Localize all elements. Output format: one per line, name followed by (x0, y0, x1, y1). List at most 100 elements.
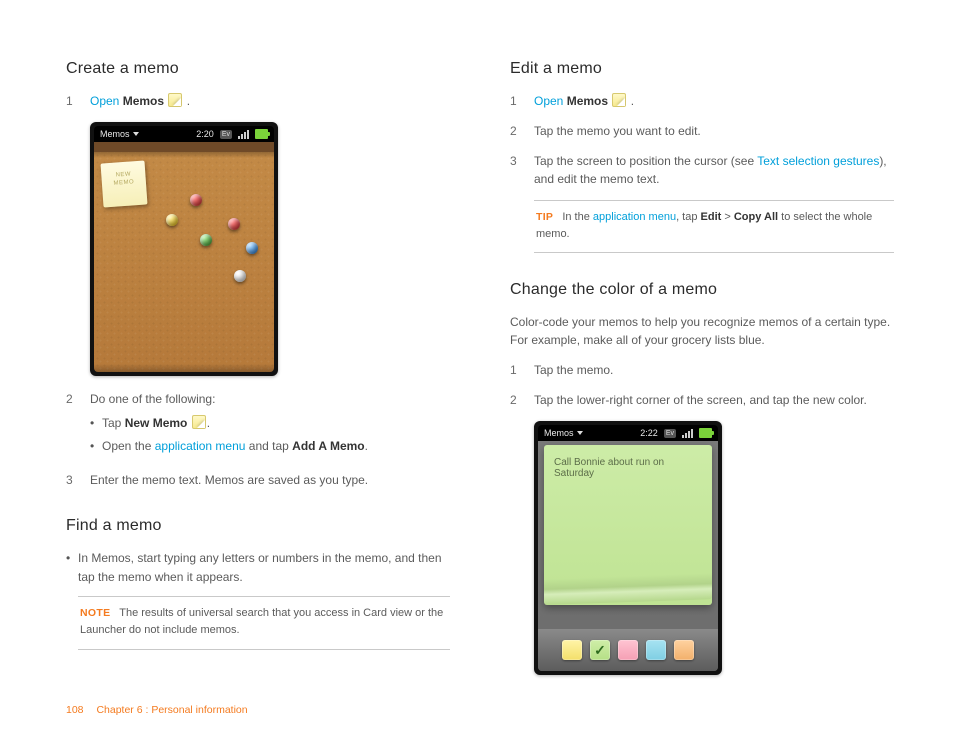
pushpin-icon (246, 242, 258, 254)
step-body: Enter the memo text. Memos are saved as … (90, 471, 450, 489)
memo-note: Call Bonnie about run on Saturday (544, 445, 712, 605)
status-time: 2:22 (640, 428, 658, 438)
step-body: Tap the memo. (534, 361, 894, 379)
step2-options: Tap New Memo . Open the application menu… (90, 414, 450, 455)
memos-app-name: Memos (567, 94, 608, 108)
punct: . (365, 439, 368, 453)
step-number: 2 (66, 390, 76, 459)
color-swatch-pink[interactable] (618, 640, 638, 660)
note-text: The results of universal search that you… (80, 607, 443, 636)
color-swatch-orange[interactable] (674, 640, 694, 660)
color-step-1: 1 Tap the memo. (510, 361, 894, 379)
text: Open the (102, 439, 155, 453)
manual-page: Create a memo 1 Open Memos . (0, 0, 954, 738)
new-memo-sticky: NEW MEMO (101, 161, 148, 208)
step-number: 2 (510, 391, 520, 409)
battery-icon (255, 129, 268, 139)
edit-step-2: 2 Tap the memo you want to edit. (510, 122, 894, 140)
signal-icon (682, 429, 693, 438)
color-intro: Color-code your memos to help you recogn… (510, 313, 894, 349)
section-edit-memo: Edit a memo 1 Open Memos . 2 Tap the (510, 60, 894, 253)
section-change-color: Change the color of a memo Color-code yo… (510, 281, 894, 675)
memo-text: Call Bonnie about run on Saturday (554, 457, 664, 479)
step-number: 1 (66, 92, 76, 110)
step-body: Open Memos . (90, 92, 450, 110)
pushpin-icon (166, 214, 178, 226)
text-selection-gestures-link[interactable]: Text selection gestures (757, 154, 879, 168)
application-menu-link[interactable]: application menu (593, 211, 676, 223)
left-column: Create a memo 1 Open Memos . (66, 60, 450, 698)
step-body: Tap the screen to position the cursor (s… (534, 152, 894, 188)
step-number: 2 (510, 122, 520, 140)
chapter-label: Chapter 6 : Personal information (96, 704, 247, 716)
memo-page-curl (544, 573, 712, 605)
memos-app-icon (168, 93, 182, 107)
page-number: 108 (66, 704, 84, 716)
step-body: Tap the memo you want to edit. (534, 122, 894, 140)
chevron-down-icon (133, 132, 139, 136)
battery-icon (699, 428, 712, 438)
punct: . (207, 416, 210, 430)
add-a-memo-label: Add A Memo (292, 439, 364, 453)
page-footer: 108 Chapter 6 : Personal information (66, 704, 248, 716)
heading-change-color: Change the color of a memo (510, 281, 894, 299)
status-network-badge: Ev (664, 429, 676, 438)
sticky-line2: MEMO (102, 178, 146, 189)
heading-find-memo: Find a memo (66, 517, 450, 535)
memo-editor: Call Bonnie about run on Saturday (538, 441, 718, 671)
text: , tap (676, 211, 700, 223)
screenshot-memos-corkboard: Memos 2:20 Ev NEW MEMO (90, 122, 278, 376)
color-tray (538, 629, 718, 671)
step2-intro: Do one of the following: (90, 392, 215, 406)
create-step-2: 2 Do one of the following: Tap New Memo … (66, 390, 450, 459)
memos-app-name: Memos (123, 94, 164, 108)
step2-option-b: Open the application menu and tap Add A … (90, 437, 450, 456)
screenshot-memo-color: Memos 2:22 Ev Call Bonnie about run on S… (534, 421, 722, 675)
text (187, 416, 190, 430)
signal-icon (238, 130, 249, 139)
punct: . (631, 94, 634, 108)
punct: . (187, 94, 190, 108)
status-app-label: Memos (544, 428, 574, 438)
status-app: Memos (100, 129, 139, 139)
screen: Call Bonnie about run on Saturday (538, 441, 718, 671)
section-find-memo: Find a memo In Memos, start typing any l… (66, 517, 450, 649)
open-link[interactable]: Open (90, 94, 119, 108)
new-memo-label: New Memo (125, 416, 188, 430)
screen: NEW MEMO (94, 142, 274, 372)
status-network-badge: Ev (220, 130, 232, 139)
note-tag: NOTE (80, 607, 110, 619)
color-swatch-green[interactable] (590, 640, 610, 660)
step-number: 3 (66, 471, 76, 489)
text: Tap the screen to position the cursor (s… (534, 154, 757, 168)
application-menu-link[interactable]: application menu (155, 439, 246, 453)
corkboard: NEW MEMO (94, 142, 274, 372)
color-step-2: 2 Tap the lower-right corner of the scre… (510, 391, 894, 409)
heading-edit-memo: Edit a memo (510, 60, 894, 78)
new-memo-icon (192, 415, 206, 429)
memos-app-icon (612, 93, 626, 107)
color-swatch-blue[interactable] (646, 640, 666, 660)
find-bullet: In Memos, start typing any letters or nu… (66, 549, 450, 586)
right-column: Edit a memo 1 Open Memos . 2 Tap the (510, 60, 894, 698)
status-app: Memos (544, 428, 583, 438)
edit-step-1: 1 Open Memos . (510, 92, 894, 110)
note-callout: NOTE The results of universal search tha… (78, 596, 450, 649)
color-swatch-yellow[interactable] (562, 640, 582, 660)
status-time: 2:20 (196, 129, 214, 139)
copy-all-label: Copy All (734, 211, 778, 223)
step-body: Do one of the following: Tap New Memo . … (90, 390, 450, 459)
status-app-label: Memos (100, 129, 130, 139)
text: and tap (245, 439, 292, 453)
chevron-down-icon (577, 431, 583, 435)
pushpin-icon (190, 194, 202, 206)
create-step-3: 3 Enter the memo text. Memos are saved a… (66, 471, 450, 489)
section-create-memo: Create a memo 1 Open Memos . (66, 60, 450, 489)
step2-option-a: Tap New Memo . (90, 414, 450, 433)
edit-step-3: 3 Tap the screen to position the cursor … (510, 152, 894, 188)
pushpin-icon (228, 218, 240, 230)
step-body: Tap the lower-right corner of the screen… (534, 391, 894, 409)
open-link[interactable]: Open (534, 94, 563, 108)
text: In the (562, 211, 593, 223)
edit-steps: 1 Open Memos . 2 Tap the memo you want t… (510, 92, 894, 188)
